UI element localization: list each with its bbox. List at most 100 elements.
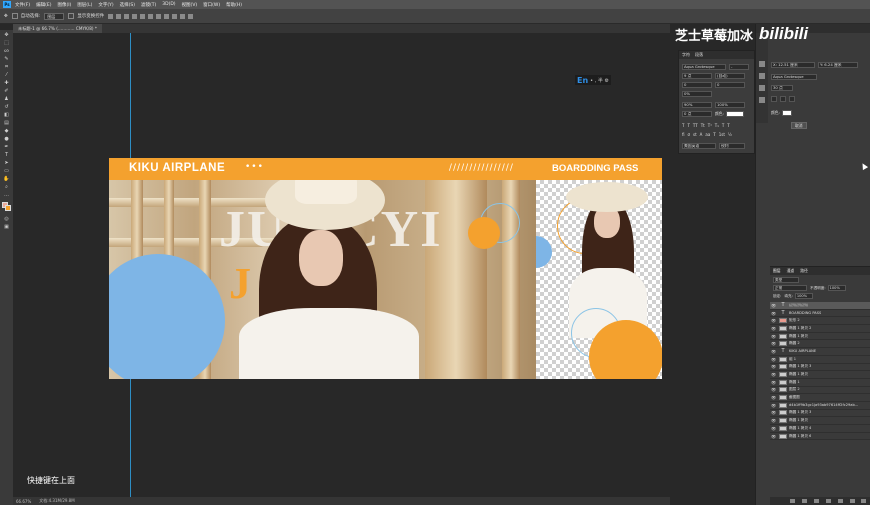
- tab-character[interactable]: 字符: [682, 52, 690, 58]
- menu-file[interactable]: 文件(F): [15, 2, 30, 8]
- visibility-eye-icon[interactable]: 👁: [770, 318, 777, 323]
- swash-button[interactable]: A: [700, 132, 703, 137]
- background-color-swatch[interactable]: [5, 205, 11, 211]
- align-bottom-icon[interactable]: [124, 13, 130, 19]
- stylistic-button[interactable]: aa: [705, 132, 710, 137]
- titling-button[interactable]: T: [713, 132, 715, 137]
- 3d-mode-icon[interactable]: [188, 13, 194, 19]
- fractions-button[interactable]: ½: [728, 132, 732, 137]
- text-color-swatch[interactable]: [725, 111, 744, 117]
- visibility-eye-icon[interactable]: 👁: [770, 434, 777, 439]
- size-field[interactable]: 30 点: [771, 85, 793, 91]
- distribute-icon[interactable]: [156, 13, 162, 19]
- blur-tool-icon[interactable]: ◆: [3, 128, 10, 134]
- layer-row[interactable]: 👁 椭圆 1 拷贝: [770, 333, 870, 341]
- history-brush-icon[interactable]: ↺: [3, 104, 10, 110]
- layer-row[interactable]: 👁 组 1: [770, 356, 870, 364]
- font-field[interactable]: Aqua Grotesque: [771, 74, 817, 80]
- color-swatch[interactable]: [781, 110, 792, 116]
- small-caps-button[interactable]: Tt: [701, 123, 705, 128]
- align-left-icon[interactable]: [771, 96, 777, 102]
- visibility-eye-icon[interactable]: 👁: [770, 395, 777, 400]
- visibility-eye-icon[interactable]: 👁: [770, 341, 777, 346]
- visibility-eye-icon[interactable]: 👁: [770, 311, 777, 316]
- fill-field[interactable]: 100%: [794, 293, 813, 299]
- layer-row[interactable]: 👁 椭圆 1 拷贝: [770, 371, 870, 379]
- screen-mode-icon[interactable]: ▣: [3, 224, 10, 230]
- visibility-eye-icon[interactable]: 👁: [770, 387, 777, 392]
- x-position-field[interactable]: X: 12.51 厘米: [771, 62, 815, 68]
- crop-tool-icon[interactable]: ⌗: [3, 64, 10, 70]
- layer-row[interactable]: 👁 截图图: [770, 394, 870, 402]
- document-tab[interactable]: 未标题-1 @ 66.7% (………… CMYK/8) *: [13, 24, 102, 33]
- character-icon[interactable]: [759, 85, 765, 91]
- font-size-field[interactable]: 9 点: [682, 73, 712, 79]
- healing-brush-icon[interactable]: ✚: [3, 80, 10, 86]
- menu-image[interactable]: 图像(I): [57, 2, 71, 8]
- visibility-eye-icon[interactable]: 👁: [770, 349, 777, 354]
- menu-filter[interactable]: 滤镜(T): [141, 2, 156, 8]
- tsume-field[interactable]: 0%: [682, 91, 712, 97]
- tab-channels[interactable]: 通道: [787, 268, 795, 274]
- gradient-tool-icon[interactable]: ▤: [3, 120, 10, 126]
- tab-paragraph[interactable]: 段落: [695, 52, 703, 58]
- align-top-icon[interactable]: [108, 13, 114, 19]
- path-select-icon[interactable]: ➤: [3, 160, 10, 166]
- anti-alias-dropdown[interactable]: 锐利: [719, 143, 745, 149]
- add-mask-icon[interactable]: [814, 499, 819, 503]
- menu-window[interactable]: 窗口(W): [203, 2, 220, 8]
- opacity-field[interactable]: 100%: [827, 285, 846, 291]
- visibility-eye-icon[interactable]: 👁: [770, 418, 777, 423]
- dodge-tool-icon[interactable]: ●: [3, 136, 10, 142]
- font-style-field[interactable]: -: [729, 64, 749, 70]
- menu-view[interactable]: 视图(V): [182, 2, 198, 8]
- more-tools-icon[interactable]: …: [3, 192, 10, 198]
- zoom-tool-icon[interactable]: ⌕: [3, 184, 10, 190]
- strikethrough-button[interactable]: T: [727, 123, 729, 128]
- adjustment-layer-icon[interactable]: [826, 499, 831, 503]
- type-tool-icon[interactable]: T: [3, 152, 10, 158]
- boarding-pass-design[interactable]: JUN CYI J H KIKU AIRPLANE ••• //////////…: [109, 158, 662, 379]
- layer-kind-filter[interactable]: 类型: [773, 277, 799, 283]
- link-layers-icon[interactable]: [790, 499, 795, 503]
- baseline-field[interactable]: 0 点: [682, 111, 712, 117]
- ime-indicator[interactable]: En • , 半 ⚙: [575, 75, 611, 85]
- layer-row[interactable]: 👁 椭圆 1 拷贝 4: [770, 425, 870, 433]
- distribute-icon[interactable]: [172, 13, 178, 19]
- layer-row[interactable]: 👁 椭圆 1 拷贝 2: [770, 325, 870, 333]
- paragraph-icon[interactable]: [759, 97, 765, 103]
- show-transform-checkbox[interactable]: [68, 13, 75, 19]
- font-family-field[interactable]: Aqua Grotesque: [682, 64, 726, 70]
- layer-row[interactable]: 👁 椭圆 1 拷贝 3: [770, 410, 870, 418]
- distribute-icon[interactable]: [164, 13, 170, 19]
- eraser-tool-icon[interactable]: ◧: [3, 112, 10, 118]
- move-tool-icon[interactable]: ✥: [4, 14, 8, 19]
- tab-paths[interactable]: 路径: [800, 268, 808, 274]
- visibility-eye-icon[interactable]: 👁: [770, 410, 777, 415]
- superscript-button[interactable]: T¹: [708, 123, 712, 128]
- auto-select-checkbox[interactable]: [11, 13, 18, 19]
- faux-bold-button[interactable]: T: [682, 123, 684, 128]
- quick-mask-icon[interactable]: ◎: [3, 216, 10, 222]
- layer-row[interactable]: 👁 矩形 2: [770, 317, 870, 326]
- visibility-eye-icon[interactable]: 👁: [770, 357, 777, 362]
- visibility-eye-icon[interactable]: 👁: [770, 326, 777, 331]
- vertical-scale-field[interactable]: 90%: [682, 102, 712, 108]
- leading-field[interactable]: (自动): [715, 73, 745, 79]
- menu-layer[interactable]: 图层(L): [77, 2, 92, 8]
- layer-style-icon[interactable]: [802, 499, 807, 503]
- brush-tool-icon[interactable]: ✐: [3, 88, 10, 94]
- pen-tool-icon[interactable]: ✒: [3, 144, 10, 150]
- new-layer-icon[interactable]: [850, 499, 855, 503]
- align-right-icon[interactable]: [789, 96, 795, 102]
- quick-select-tool-icon[interactable]: ✎: [3, 56, 10, 62]
- layer-row[interactable]: 👁 T BOARDDING PASS: [770, 310, 870, 318]
- 3d-mode-icon[interactable]: [180, 13, 186, 19]
- delete-layer-icon[interactable]: [861, 499, 866, 503]
- visibility-eye-icon[interactable]: 👁: [770, 334, 777, 339]
- align-center-icon[interactable]: [780, 96, 786, 102]
- eyedropper-tool-icon[interactable]: ⁄: [3, 72, 10, 78]
- lasso-tool-icon[interactable]: ᔕ: [3, 48, 10, 54]
- discretionary-button[interactable]: st: [693, 132, 697, 137]
- tab-layers[interactable]: 图层: [773, 268, 781, 274]
